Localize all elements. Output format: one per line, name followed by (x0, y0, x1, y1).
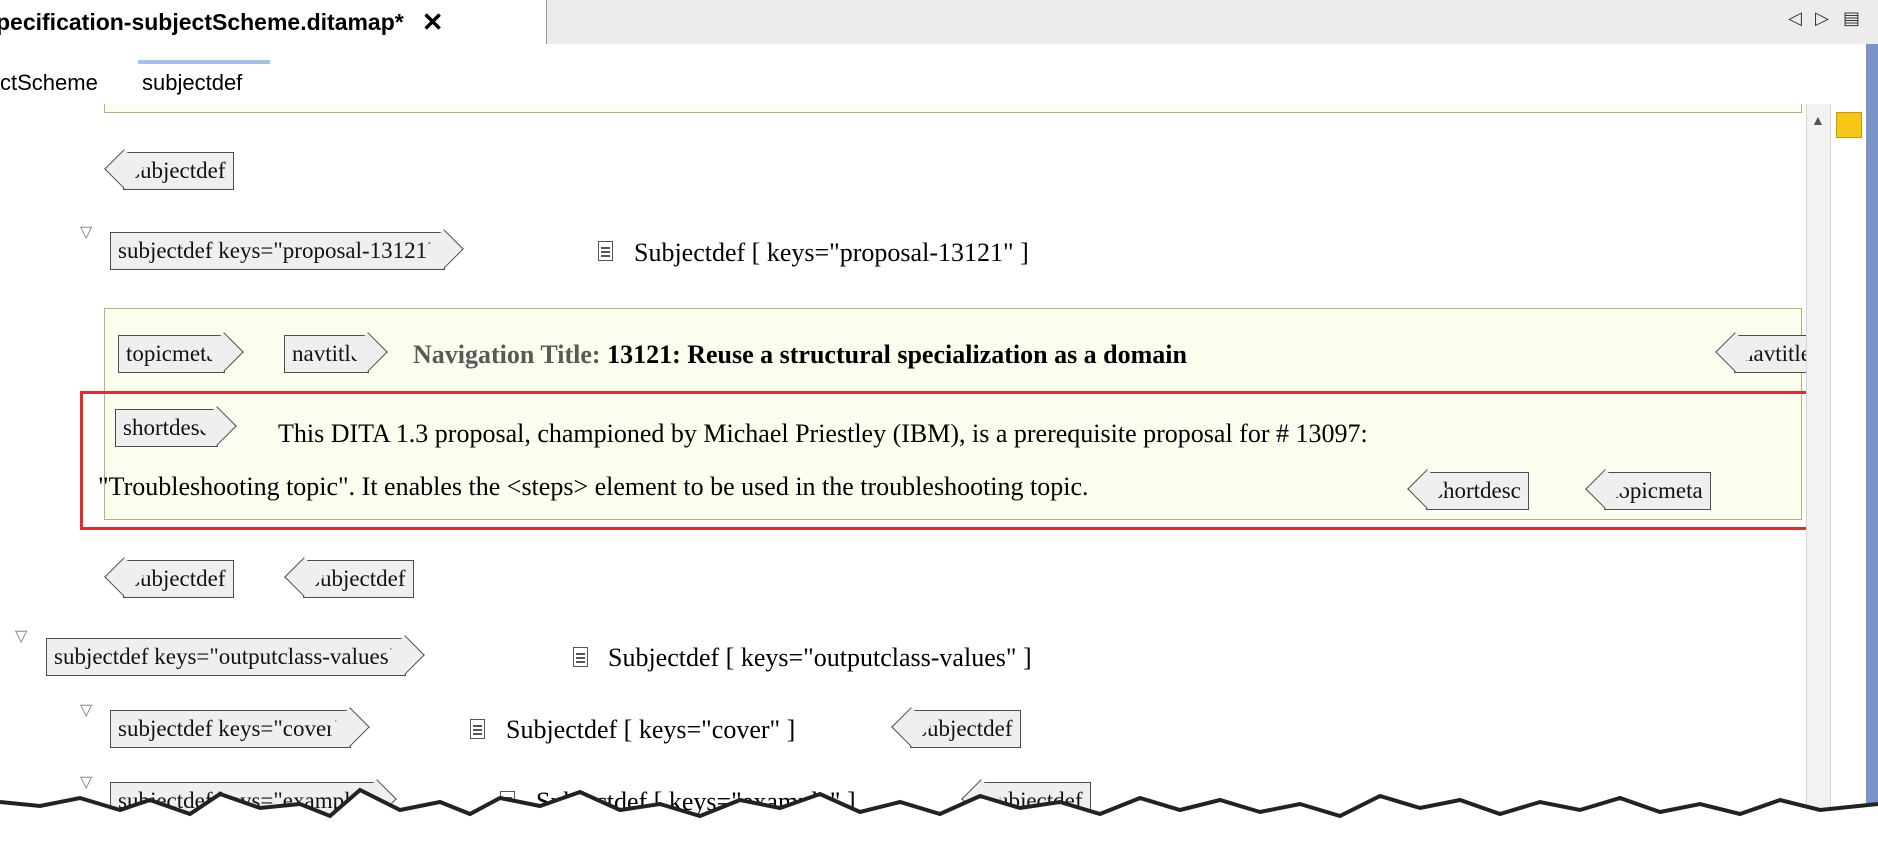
subjectdef-label: Subjectdef [ keys="cover" ] (506, 715, 796, 744)
scroll-tabs-left-icon[interactable]: ◁ (1788, 8, 1802, 29)
shortdesc-start-tag[interactable]: shortdesc (115, 409, 218, 447)
tab-list-menu-icon[interactable]: ▤ (1843, 8, 1860, 29)
editor-tab-bar: pecification-subjectScheme.ditamap* ✕ ◁ … (0, 0, 1878, 45)
topic-reference-icon (573, 647, 588, 667)
overview-ruler[interactable] (1830, 104, 1867, 841)
navtitle-label: Navigation Title: (413, 340, 608, 369)
collapse-triangle-icon[interactable]: ▽ (80, 700, 92, 720)
topicmeta-start-tag[interactable]: topicmeta (118, 335, 225, 373)
tab-ditamap[interactable]: pecification-subjectScheme.ditamap* ✕ (0, 0, 547, 44)
subjectdef-label: Subjectdef [ keys="outputclass-values" ] (608, 643, 1032, 672)
breadcrumb-item-subjectscheme[interactable]: ctScheme (0, 70, 98, 96)
subjectdef-start-tag[interactable]: subjectdef keys="proposal-13121" (110, 232, 445, 270)
subjectdef-end-tag[interactable]: subjectdef (910, 710, 1021, 748)
topic-reference-icon (470, 719, 485, 739)
shortdesc-line-1: This DITA 1.3 proposal, championed by Mi… (278, 419, 1368, 448)
collapse-triangle-icon[interactable]: ▽ (15, 626, 27, 646)
subjectdef-end-tag[interactable]: subjectdef (123, 152, 234, 190)
tab-title: pecification-subjectScheme.ditamap* (0, 8, 404, 35)
navtitle-start-tag[interactable]: navtitle (284, 335, 369, 373)
subjectdef-label: Subjectdef [ keys="proposal-13121" ] (634, 238, 1029, 267)
change-marker-icon[interactable] (1836, 112, 1862, 138)
torn-edge-decoration (0, 787, 1878, 841)
shortdesc-line-2: "Troubleshooting topic". It enables the … (98, 472, 1089, 501)
topicmeta-end-tag[interactable]: topicmeta (1604, 472, 1711, 510)
subjectdef-end-tag[interactable]: subjectdef (123, 560, 234, 598)
previous-block-bottom (104, 104, 1802, 113)
breadcrumb-item-subjectdef[interactable]: subjectdef (142, 70, 242, 96)
subjectdef-end-tag[interactable]: subjectdef (303, 560, 414, 598)
navtitle-text: Navigation Title: 13121: Reuse a structu… (413, 340, 1187, 370)
collapse-triangle-icon[interactable]: ▽ (80, 222, 92, 242)
breadcrumb-active-indicator (138, 60, 270, 64)
subjectdef-start-tag[interactable]: subjectdef keys="cover" (110, 710, 352, 748)
topic-reference-icon (598, 241, 613, 261)
close-icon[interactable]: ✕ (422, 7, 444, 38)
vertical-scrollbar[interactable]: ▲ (1806, 104, 1831, 841)
scroll-up-icon[interactable]: ▲ (1811, 114, 1825, 130)
shortdesc-end-tag[interactable]: shortdesc (1426, 472, 1529, 510)
navtitle-value: 13121: Reuse a structural specialization… (607, 340, 1187, 369)
subjectdef-start-tag[interactable]: subjectdef keys="outputclass-values" (46, 638, 407, 676)
highlight-callout-box (80, 391, 1822, 530)
breadcrumb: ctScheme subjectdef (0, 44, 1866, 105)
scroll-tabs-right-icon[interactable]: ▷ (1815, 8, 1829, 29)
window-edge (1866, 44, 1878, 841)
